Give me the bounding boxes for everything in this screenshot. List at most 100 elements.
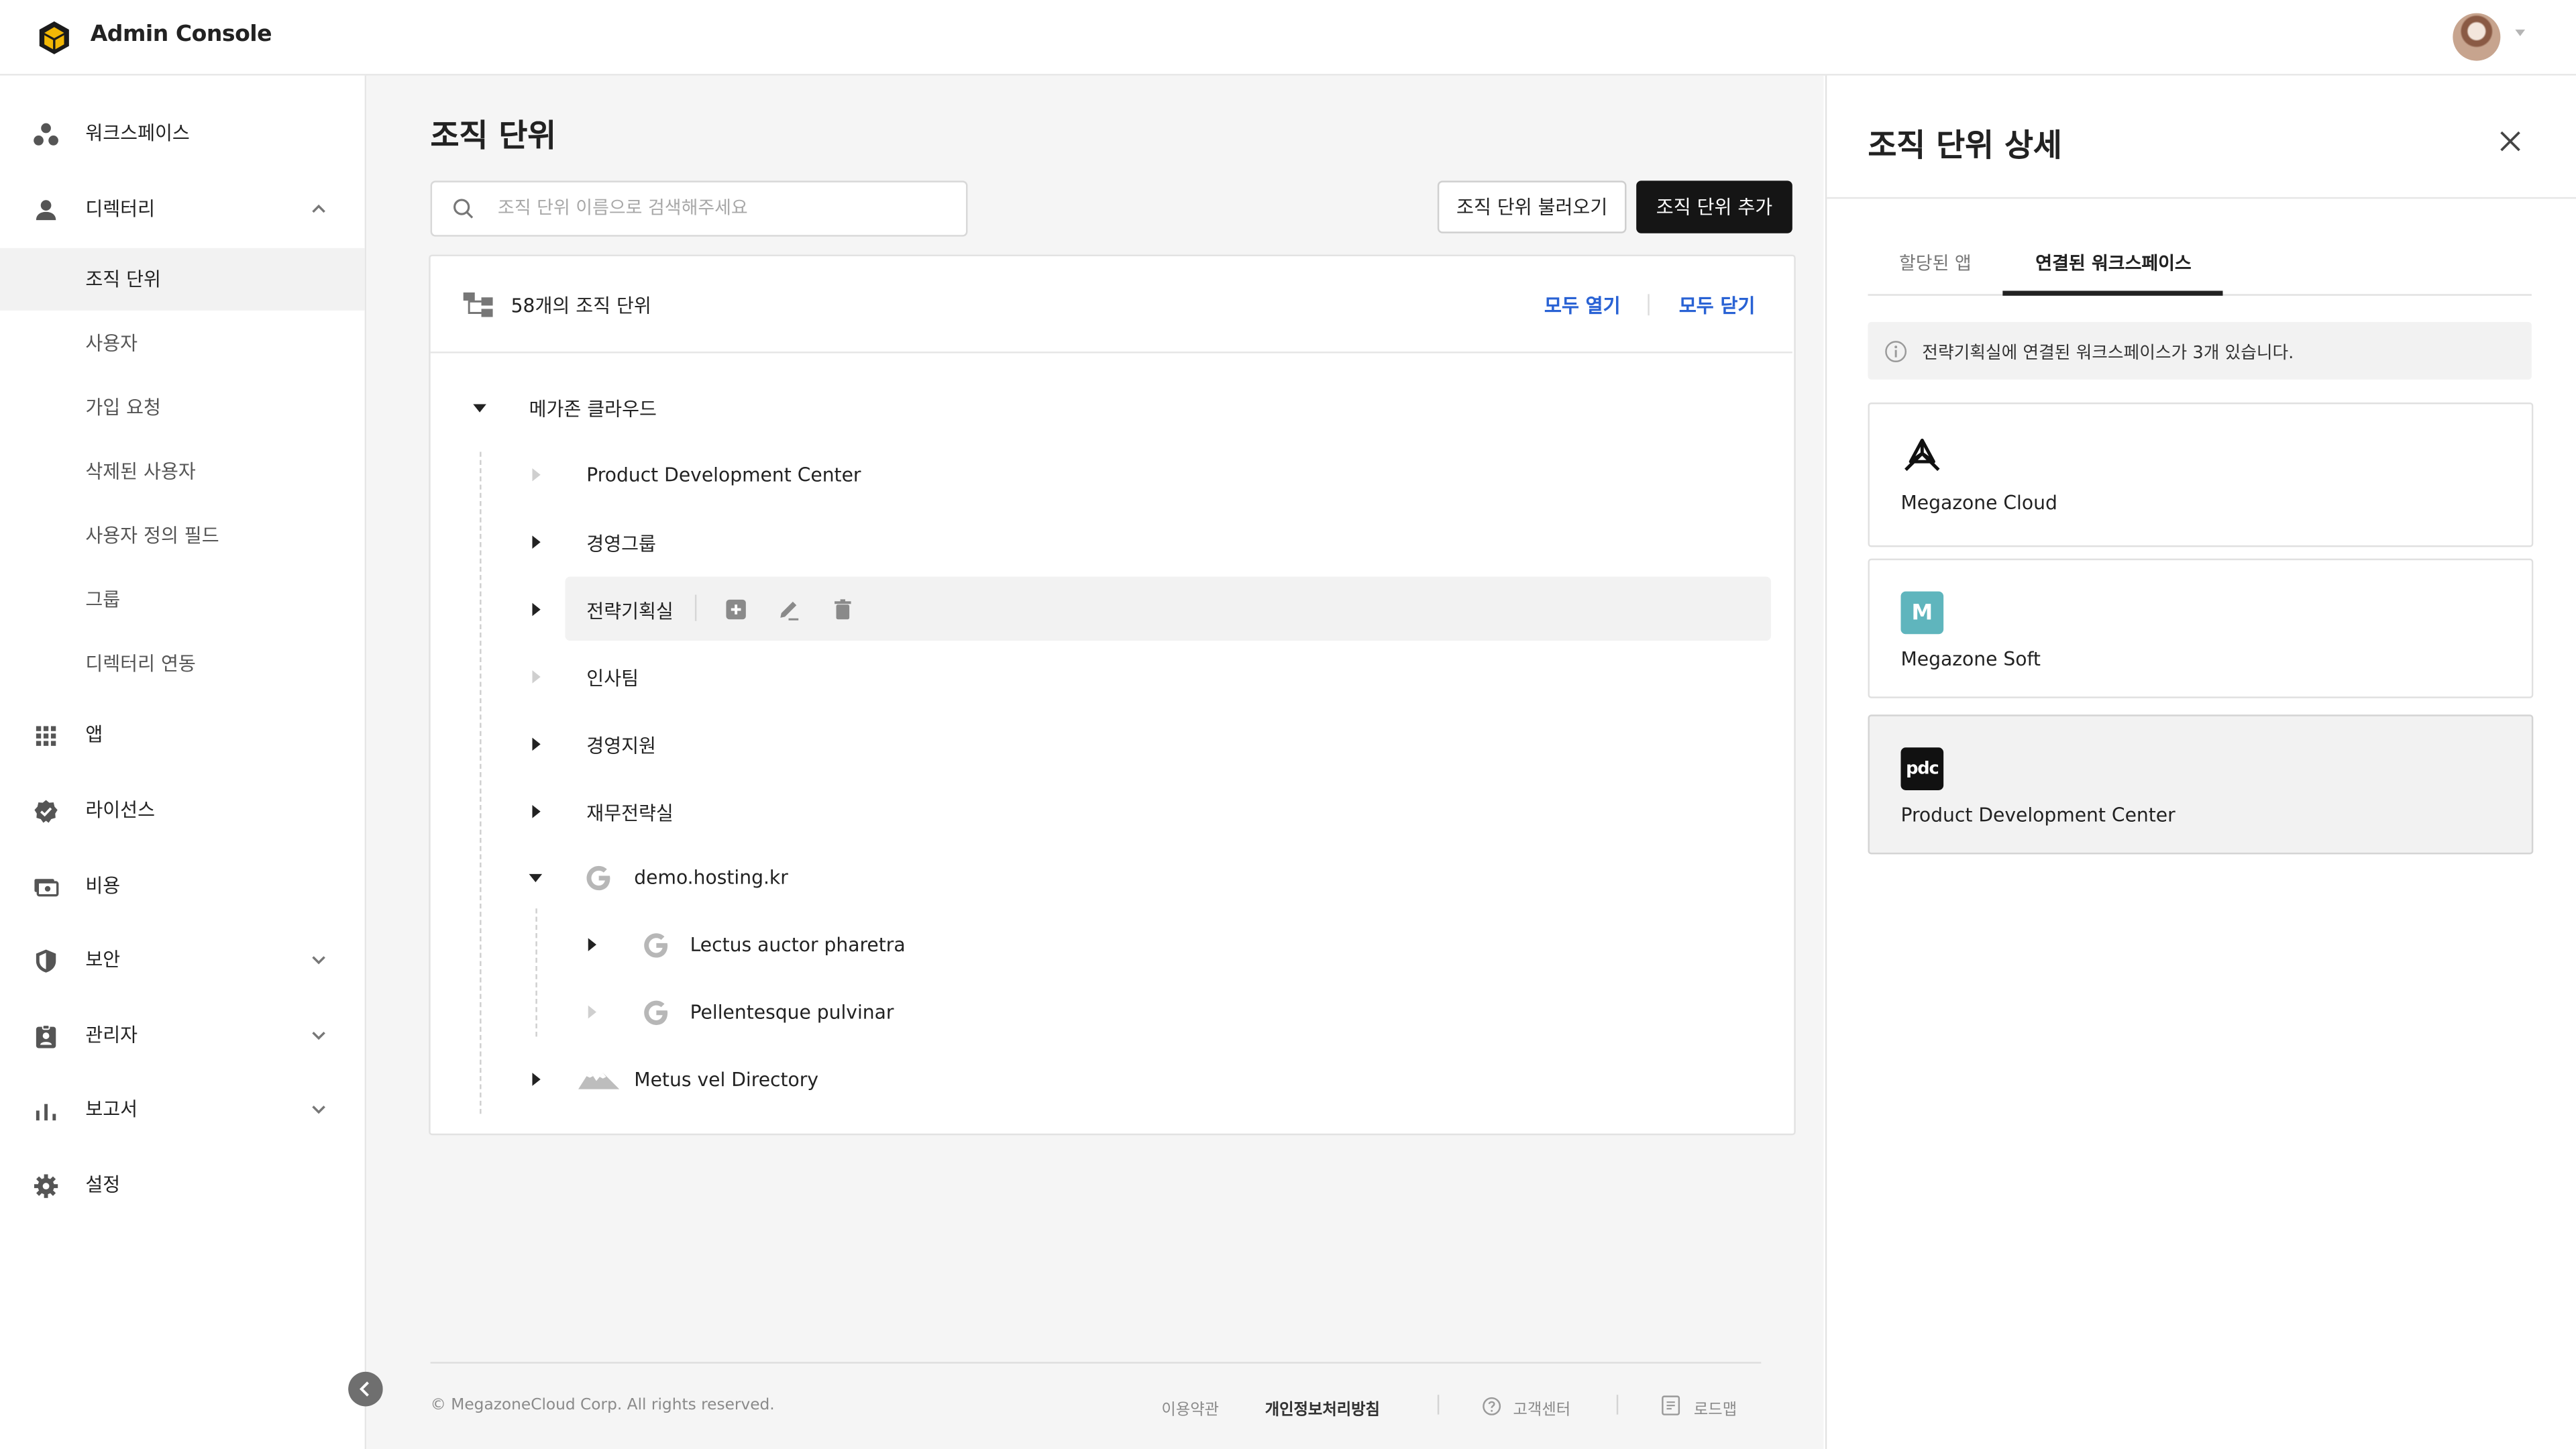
tree-node[interactable]: 경영그룹 — [586, 531, 656, 557]
sidebar-subitem-deleted-users[interactable]: 삭제된 사용자 — [0, 440, 365, 502]
google-icon — [586, 865, 610, 891]
apps-grid-icon — [36, 726, 56, 746]
expand-toggle-icon[interactable] — [588, 938, 596, 951]
tree-node[interactable]: demo.hosting.kr — [634, 866, 788, 889]
terms-link[interactable]: 이용약관 — [1161, 1397, 1219, 1419]
badge-check-icon — [34, 800, 58, 823]
tree-node[interactable]: Product Development Center — [586, 464, 861, 486]
tab-assigned-apps[interactable]: 할당된 앱 — [1899, 250, 1972, 276]
tree-node[interactable]: Lectus auctor pharetra — [690, 933, 906, 956]
sidebar-subitem-label: 사용자 정의 필드 — [85, 524, 219, 547]
sidebar-subitem-label: 그룹 — [85, 588, 121, 612]
sidebar-item-label: 앱 — [85, 722, 103, 746]
sidebar-subitem-label: 조직 단위 — [85, 268, 161, 291]
active-tab-indicator — [2002, 290, 2223, 296]
expand-toggle-icon[interactable] — [532, 535, 541, 549]
divider — [1437, 1395, 1440, 1415]
tree-node[interactable]: 인사팀 — [586, 665, 639, 692]
search-box — [430, 180, 968, 237]
divider — [1648, 294, 1650, 316]
sidebar-item-license[interactable]: 라이선스 — [0, 782, 365, 841]
app-title: Admin Console — [90, 21, 272, 48]
sidebar-item-reports[interactable]: 보고서 — [0, 1081, 365, 1140]
megazone-cube-logo-icon[interactable] — [36, 19, 72, 56]
copyright-text: © MegazoneCloud Corp. All rights reserve… — [430, 1396, 775, 1415]
collapse-all-link[interactable]: 모두 닫기 — [1679, 292, 1755, 319]
sidebar-subitem-groups[interactable]: 그룹 — [0, 568, 365, 631]
search-input[interactable] — [494, 195, 945, 221]
chevron-down-icon[interactable] — [2515, 30, 2526, 36]
help-circle-icon — [1483, 1397, 1501, 1415]
sidebar-subitem-directory-sync[interactable]: 디렉터리 연동 — [0, 633, 365, 695]
bar-chart-icon — [36, 1104, 56, 1121]
info-text: 전략기획실에 연결된 워크스페이스가 3개 있습니다. — [1922, 343, 2294, 364]
expand-toggle-icon[interactable] — [532, 805, 541, 818]
tree-node[interactable]: 경영지원 — [586, 733, 656, 759]
google-icon — [644, 933, 668, 958]
sidebar-item-label: 비용 — [85, 873, 121, 898]
megazone-soft-logo: M — [1900, 591, 1944, 635]
sidebar-item-directory[interactable]: 디렉터리 — [0, 180, 365, 239]
sidebar-collapse-button[interactable] — [348, 1371, 383, 1407]
mountain-directory-icon — [578, 1071, 620, 1089]
collapse-toggle-icon[interactable] — [473, 404, 486, 413]
sidebar-item-apps[interactable]: 앱 — [0, 706, 365, 765]
workspace-card-megazone-cloud[interactable]: Megazone Cloud — [1868, 402, 2534, 547]
sidebar: 워크스페이스 디렉터리 조직 단위 사용자 가입 요청 삭제된 사용자 사용자 … — [0, 75, 367, 1449]
expand-toggle-icon[interactable] — [532, 737, 541, 751]
chevron-up-icon[interactable] — [309, 199, 328, 218]
sidebar-subitem-custom-fields[interactable]: 사용자 정의 필드 — [0, 504, 365, 567]
sidebar-item-security[interactable]: 보안 — [0, 932, 365, 991]
chevron-down-icon[interactable] — [309, 950, 328, 969]
shield-icon — [36, 949, 56, 973]
sidebar-item-label: 설정 — [85, 1173, 121, 1196]
sidebar-item-settings[interactable]: 설정 — [0, 1157, 365, 1216]
close-icon[interactable] — [2499, 129, 2522, 152]
org-tree-card — [429, 254, 1796, 1136]
workspace-name: Megazone Cloud — [1900, 491, 2057, 515]
divider — [1616, 1395, 1619, 1415]
add-child-icon[interactable] — [724, 598, 747, 621]
megazone-cloud-logo-icon — [1904, 438, 1940, 472]
info-icon — [1885, 341, 1907, 363]
workspace-card-pdc[interactable]: pdc Product Development Center — [1868, 714, 2534, 855]
divider — [1827, 197, 2576, 199]
user-avatar[interactable] — [2453, 13, 2501, 61]
sidebar-subitem-users[interactable]: 사용자 — [0, 312, 365, 374]
admin-id-icon — [36, 1024, 56, 1049]
chevron-down-icon[interactable] — [309, 1099, 328, 1118]
sidebar-item-label: 디렉터리 — [85, 197, 156, 221]
pdc-logo: pdc — [1900, 747, 1944, 790]
expand-toggle-icon[interactable] — [532, 1073, 541, 1086]
sidebar-subitem-label: 사용자 — [85, 331, 138, 355]
workspace-card-megazone-soft[interactable]: M Megazone Soft — [1868, 558, 2534, 698]
edit-pencil-icon[interactable] — [777, 598, 800, 621]
sidebar-item-workspace[interactable]: 워크스페이스 — [0, 105, 365, 164]
tree-node[interactable]: 재무전략실 — [586, 800, 674, 826]
add-org-unit-button[interactable]: 조직 단위 추가 — [1636, 180, 1792, 233]
tab-linked-workspaces[interactable]: 연결된 워크스페이스 — [2035, 250, 2191, 276]
expand-toggle-icon[interactable] — [532, 602, 541, 616]
org-tree-icon — [463, 292, 493, 317]
sidebar-item-billing[interactable]: 비용 — [0, 857, 365, 916]
gear-icon — [34, 1174, 58, 1198]
roadmap-link[interactable]: 로드맵 — [1694, 1397, 1737, 1419]
expand-toggle-icon — [532, 468, 541, 482]
import-org-units-button[interactable]: 조직 단위 불러오기 — [1437, 180, 1627, 233]
expand-all-link[interactable]: 모두 열기 — [1544, 292, 1620, 319]
privacy-link[interactable]: 개인정보처리방침 — [1265, 1397, 1380, 1419]
tree-node-root[interactable]: 메가존 클라우드 — [529, 396, 657, 422]
support-link[interactable]: 고객센터 — [1513, 1397, 1571, 1419]
sidebar-item-label: 보안 — [85, 948, 121, 971]
chevron-down-icon[interactable] — [309, 1025, 328, 1044]
search-icon — [453, 199, 474, 219]
collapse-toggle-icon[interactable] — [529, 873, 543, 883]
sidebar-subitem-org-units[interactable]: 조직 단위 — [0, 248, 365, 311]
sidebar-subitem-signup-requests[interactable]: 가입 요청 — [0, 376, 365, 439]
tree-node[interactable]: Metus vel Directory — [634, 1068, 818, 1091]
sidebar-item-admins[interactable]: 관리자 — [0, 1007, 365, 1066]
tree-node[interactable]: Pellentesque pulvinar — [690, 1000, 894, 1023]
top-bar — [0, 0, 2576, 76]
tree-node-selected[interactable]: 전략기획실 — [586, 598, 674, 624]
delete-trash-icon[interactable] — [831, 598, 854, 621]
